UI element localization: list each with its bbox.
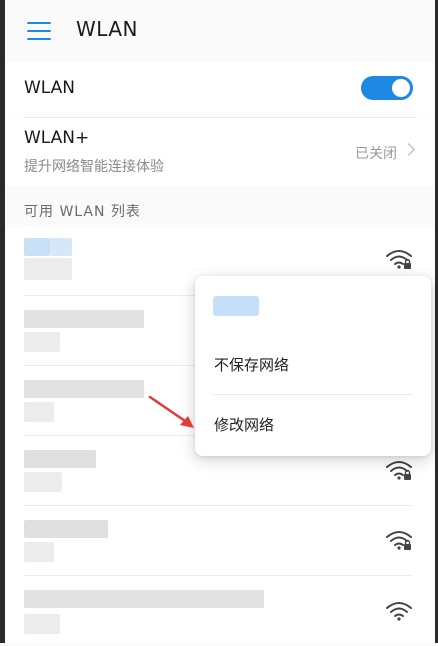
wifi-locked-icon [386,461,412,480]
wlan-plus-label: WLAN+ [24,128,90,148]
network-name-redacted [24,310,144,328]
chevron-right-icon [402,143,415,156]
network-name-redacted [50,238,72,256]
network-detail-redacted [24,258,72,280]
red-arrow-annotation [148,395,194,428]
network-detail-redacted [24,472,62,492]
modify-network-option[interactable]: 修改网络 [214,414,274,435]
menu-icon[interactable] [27,22,51,40]
network-name-redacted [24,520,108,538]
wifi-locked-icon [386,531,412,550]
wlan-plus-subtitle: 提升网络智能连接体验 [24,159,164,175]
divider [213,394,413,395]
wlan-plus-row[interactable]: WLAN+ 提升网络智能连接体验 已关闭 [5,118,435,186]
wlan-toggle-row[interactable]: WLAN [5,62,435,117]
wlan-plus-status: 已关闭 [355,146,397,162]
app-bar: WLAN [5,0,435,58]
network-item[interactable] [5,506,435,576]
network-name-redacted [24,590,264,608]
switch-knob [392,79,410,97]
network-name-redacted [24,450,96,468]
network-name-redacted [213,296,259,316]
network-name-redacted [24,238,50,256]
network-context-menu: 不保存网络 修改网络 [195,276,431,456]
network-detail-redacted [24,614,60,634]
network-name-redacted [24,380,144,398]
network-detail-redacted [24,402,54,422]
wlan-switch[interactable] [361,76,413,100]
network-detail-redacted [24,332,60,352]
available-list-header: 可用 WLAN 列表 [24,204,141,220]
wifi-locked-icon [386,250,412,269]
forget-network-option[interactable]: 不保存网络 [214,354,289,375]
wlan-label: WLAN [24,78,76,98]
network-detail-redacted [24,542,54,562]
network-item[interactable] [5,576,435,646]
page-title: WLAN [76,17,139,41]
wifi-icon [386,602,412,621]
